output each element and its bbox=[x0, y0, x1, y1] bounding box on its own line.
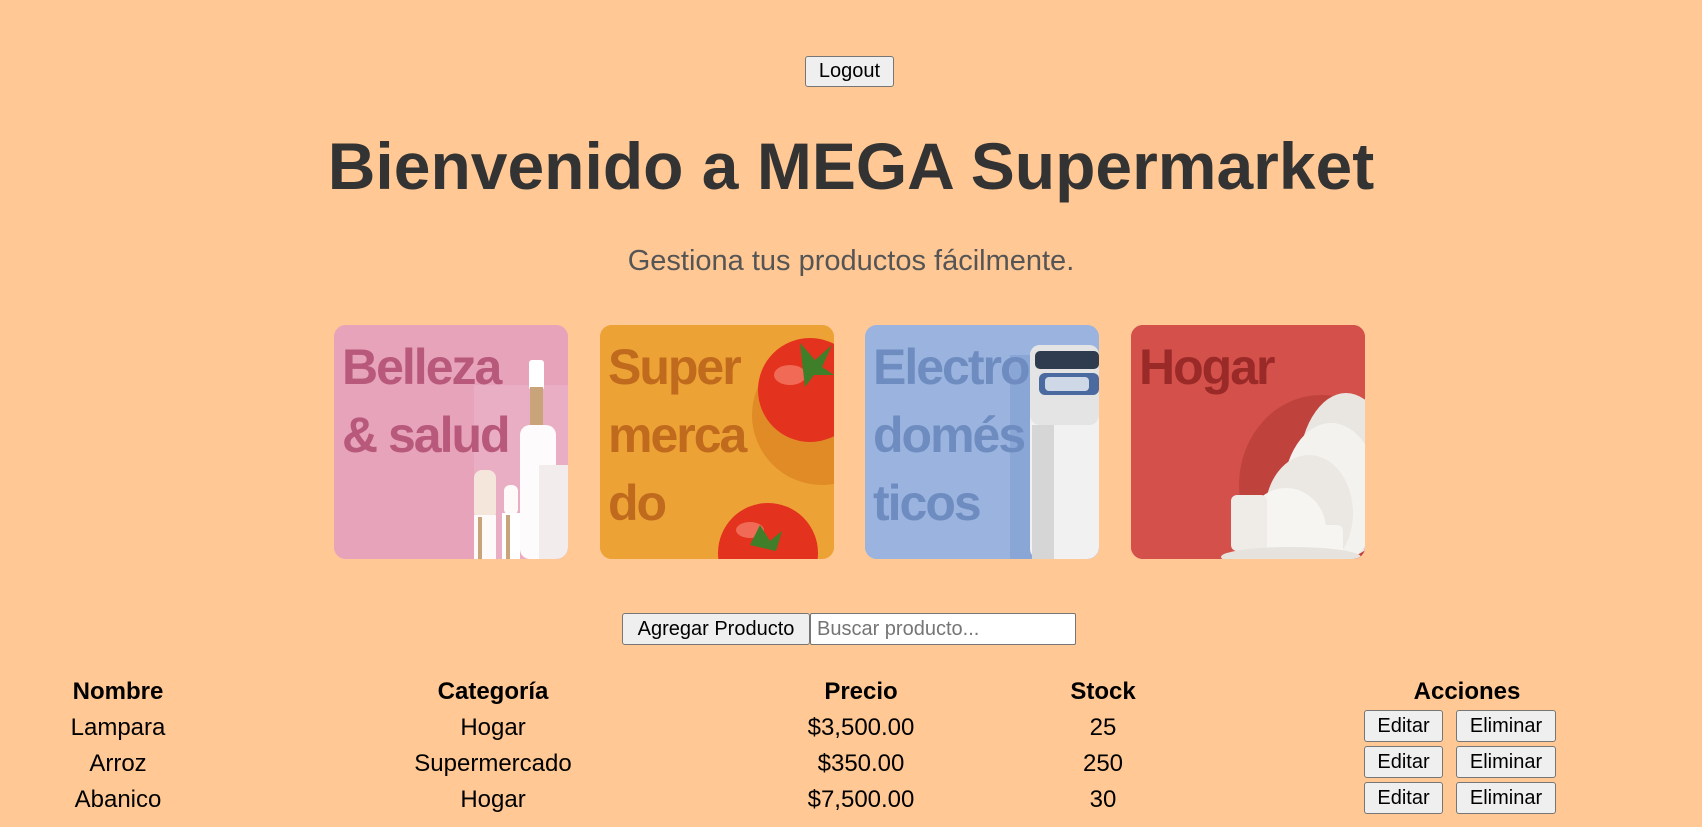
column-header-stock: Stock bbox=[1070, 678, 1136, 705]
cell-stock: 25 bbox=[1089, 714, 1117, 741]
category-label-line: Belleza bbox=[342, 339, 502, 395]
category-label-line: domés bbox=[873, 407, 1026, 463]
page: Logout Bienvenido a MEGA Supermarket Ges… bbox=[0, 0, 1702, 827]
cell-nombre: Arroz bbox=[89, 750, 147, 777]
category-tile-belleza[interactable]: Belleza & salud bbox=[334, 325, 568, 559]
cell-categoria: Hogar bbox=[460, 714, 526, 741]
category-label-line: & salud bbox=[342, 407, 511, 463]
cell-nombre: Lampara bbox=[70, 714, 166, 741]
category-label-line: Super bbox=[608, 339, 742, 395]
cell-stock: 30 bbox=[1089, 786, 1117, 813]
page-subtitle: Gestiona tus productos fácilmente. bbox=[627, 245, 1075, 277]
category-label-line: Hogar bbox=[1139, 339, 1275, 395]
category-tile-hogar[interactable]: Hogar bbox=[1131, 325, 1365, 559]
category-label: Super merca do bbox=[608, 333, 747, 537]
cell-precio: $350.00 bbox=[817, 750, 905, 777]
category-tile-supermercado[interactable]: Super merca do bbox=[600, 325, 834, 559]
category-label: Hogar bbox=[1139, 333, 1275, 401]
cell-categoria: Hogar bbox=[460, 786, 526, 813]
delete-button[interactable]: Eliminar bbox=[1456, 710, 1556, 742]
category-label-line: merca bbox=[608, 407, 747, 463]
category-label: Electro domés ticos bbox=[873, 333, 1031, 537]
cell-stock: 250 bbox=[1082, 750, 1124, 777]
category-tile-electrodomesticos[interactable]: Electro domés ticos bbox=[865, 325, 1099, 559]
edit-button[interactable]: Editar bbox=[1364, 746, 1443, 778]
add-product-button[interactable]: Agregar Producto bbox=[622, 613, 810, 645]
category-label: Belleza & salud bbox=[342, 333, 511, 469]
category-label-line: ticos bbox=[873, 475, 982, 531]
cell-precio: $3,500.00 bbox=[807, 714, 915, 741]
column-header-acciones: Acciones bbox=[1413, 678, 1521, 705]
column-header-precio: Precio bbox=[824, 678, 898, 705]
category-label-line: Electro bbox=[873, 339, 1031, 395]
edit-button[interactable]: Editar bbox=[1364, 782, 1443, 814]
edit-button[interactable]: Editar bbox=[1364, 710, 1443, 742]
search-input[interactable] bbox=[810, 613, 1076, 645]
logout-button[interactable]: Logout bbox=[805, 56, 894, 87]
cell-precio: $7,500.00 bbox=[807, 786, 915, 813]
delete-button[interactable]: Eliminar bbox=[1456, 746, 1556, 778]
cell-nombre: Abanico bbox=[74, 786, 162, 813]
column-header-nombre: Nombre bbox=[72, 678, 164, 705]
delete-button[interactable]: Eliminar bbox=[1456, 782, 1556, 814]
cell-categoria: Supermercado bbox=[414, 750, 572, 777]
category-label-line: do bbox=[608, 475, 667, 531]
column-header-categoria: Categoría bbox=[437, 678, 549, 705]
page-title: Bienvenido a MEGA Supermarket bbox=[327, 129, 1375, 203]
